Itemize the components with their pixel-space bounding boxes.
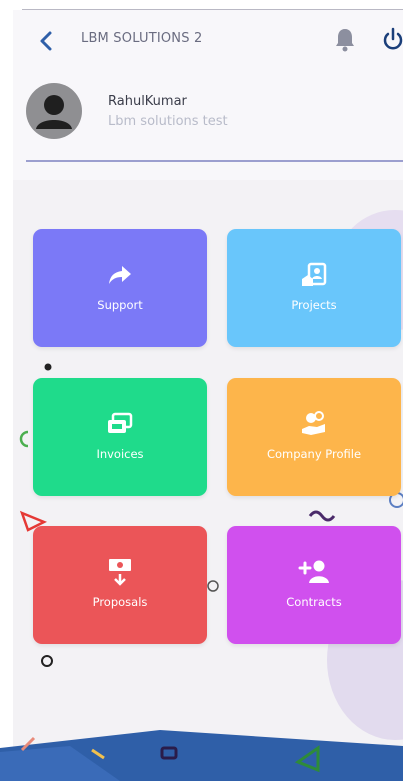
invoices-tile[interactable]: Invoices: [33, 378, 207, 496]
bottom-decorative-band: [0, 730, 403, 781]
projects-tile[interactable]: Projects: [227, 229, 401, 347]
add-user-icon: [297, 557, 331, 587]
bell-icon: [336, 29, 354, 52]
chevron-left-icon: [40, 31, 52, 51]
contracts-tile[interactable]: Contracts: [227, 526, 401, 644]
hand-coins-icon: [297, 409, 331, 439]
user-name: RahulKumar: [108, 94, 187, 109]
proposals-tile[interactable]: Proposals: [33, 526, 207, 644]
notifications-button[interactable]: [333, 26, 357, 52]
app-title: LBM SOLUTIONS 2: [81, 31, 203, 46]
user-icon: [36, 95, 72, 129]
support-label: Support: [97, 298, 143, 312]
invoices-label: Invoices: [96, 447, 144, 461]
company-profile-tile[interactable]: Company Profile: [227, 378, 401, 496]
profile-divider: [26, 160, 403, 162]
avatar[interactable]: [26, 83, 82, 139]
user-company: Lbm solutions test: [108, 114, 228, 129]
top-bar: LBM SOLUTIONS 2: [13, 18, 403, 64]
id-card-icon: [297, 260, 331, 290]
logout-button[interactable]: [381, 26, 403, 52]
cash-down-icon: [103, 557, 137, 587]
share-arrow-icon: [103, 260, 137, 290]
support-tile[interactable]: Support: [33, 229, 207, 347]
projects-label: Projects: [291, 298, 337, 312]
power-icon: [383, 27, 403, 50]
proposals-label: Proposals: [92, 595, 148, 609]
contracts-label: Contracts: [286, 595, 342, 609]
back-button[interactable]: [37, 30, 57, 52]
invoice-cards-icon: [103, 409, 137, 439]
company-profile-label: Company Profile: [266, 447, 362, 461]
